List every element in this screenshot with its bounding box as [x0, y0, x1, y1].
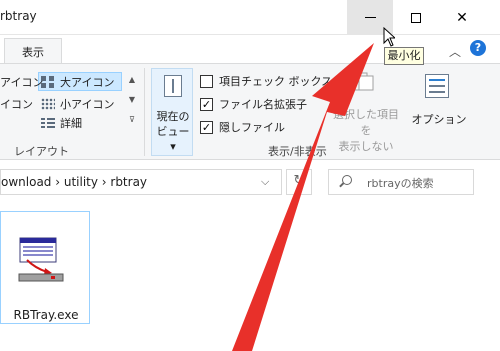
minimize-icon: [364, 17, 376, 18]
layout-item-icons[interactable]: アイコン: [0, 74, 43, 90]
close-icon: ✕: [456, 9, 468, 26]
checkbox-label: 項目チェック ボックス: [219, 75, 333, 88]
chevron-up-icon[interactable]: ︿: [449, 43, 461, 60]
breadcrumb[interactable]: ownload › utility › rbtray: [1, 175, 147, 189]
maximize-icon: [411, 12, 421, 23]
checkbox-label: ファイル名拡張子: [219, 98, 307, 111]
layout-item-details[interactable]: 詳細: [41, 115, 82, 131]
ribbon-tabs: 表示 ︿ ?: [0, 36, 500, 65]
search-input[interactable]: rbtrayの検索: [328, 169, 474, 195]
file-extensions-option[interactable]: ✓ ファイル名拡張子: [200, 96, 307, 112]
exe-icon: [18, 237, 64, 282]
checkbox-checked[interactable]: ✓: [200, 97, 213, 111]
layout-item-label: イコン: [0, 98, 33, 111]
search-placeholder: rbtrayの検索: [367, 177, 434, 190]
checkbox[interactable]: [200, 74, 213, 88]
scroll-down-icon[interactable]: ▼: [126, 90, 138, 110]
layout-item-label: アイコン: [0, 76, 44, 89]
group-separator: [144, 68, 145, 156]
layout-item-label: 詳細: [60, 117, 82, 130]
file-item[interactable]: RBTray.exe: [0, 211, 90, 324]
tab-view[interactable]: 表示: [4, 38, 62, 65]
layout-scroll[interactable]: ▲ ▼ ⊽: [126, 70, 138, 132]
details-icon: [41, 117, 55, 129]
mouse-cursor-icon: [383, 27, 395, 47]
current-view-icon: [164, 75, 182, 97]
checkbox-checked[interactable]: ✓: [200, 120, 213, 134]
layout-item-small-icons[interactable]: 小アイコン: [41, 96, 114, 112]
scroll-up-icon[interactable]: ▲: [126, 70, 138, 90]
search-icon: [342, 175, 352, 185]
options-button[interactable]: オプション: [410, 70, 468, 130]
options-label: オプション: [411, 113, 467, 126]
maximize-button[interactable]: [393, 0, 439, 35]
layout-item-label: 大アイコン: [60, 76, 115, 89]
title-bar: rbtray ✕: [0, 0, 500, 35]
chevron-down-icon[interactable]: ⌵: [261, 175, 269, 189]
hide-selected-label: 選択した項目を: [333, 108, 399, 137]
checkbox-label: 隠しファイル: [219, 121, 285, 134]
file-name-label: RBTray.exe: [13, 308, 79, 322]
options-icon: [425, 74, 449, 98]
current-view-button[interactable]: 現在の ビュー ▾: [151, 68, 193, 156]
hide-selected-button[interactable]: 選択した項目を 表示しない: [328, 70, 400, 153]
large-icons-icon: [41, 76, 55, 88]
window-title: rbtray: [0, 9, 37, 23]
address-row: ownload › utility › rbtray ⌵ ↻ rbtrayの検索: [0, 162, 500, 204]
show-hide-group-label: 表示/非表示: [268, 145, 327, 158]
refresh-button[interactable]: ↻: [286, 169, 312, 195]
small-icons-icon: [41, 98, 55, 110]
current-view-label: 現在の ビュー ▾: [156, 110, 190, 153]
layout-item-icons-2[interactable]: イコン: [0, 96, 33, 112]
expand-icon[interactable]: ⊽: [126, 110, 138, 130]
hidden-files-option[interactable]: ✓ 隠しファイル: [200, 119, 285, 135]
layout-item-large-icons[interactable]: 大アイコン: [41, 74, 114, 90]
item-checkboxes-option[interactable]: 項目チェック ボックス: [200, 73, 332, 89]
help-icon[interactable]: ?: [470, 40, 486, 56]
layout-group-label: レイアウト: [14, 145, 69, 158]
hide-selected-label: 表示しない: [338, 140, 394, 153]
hide-selected-icon: [352, 72, 374, 91]
layout-item-label: 小アイコン: [60, 98, 115, 111]
refresh-icon: ↻: [293, 173, 305, 188]
minimize-tooltip: 最小化: [384, 47, 424, 65]
close-button[interactable]: ✕: [439, 0, 485, 35]
address-bar[interactable]: ownload › utility › rbtray ⌵: [0, 169, 282, 195]
